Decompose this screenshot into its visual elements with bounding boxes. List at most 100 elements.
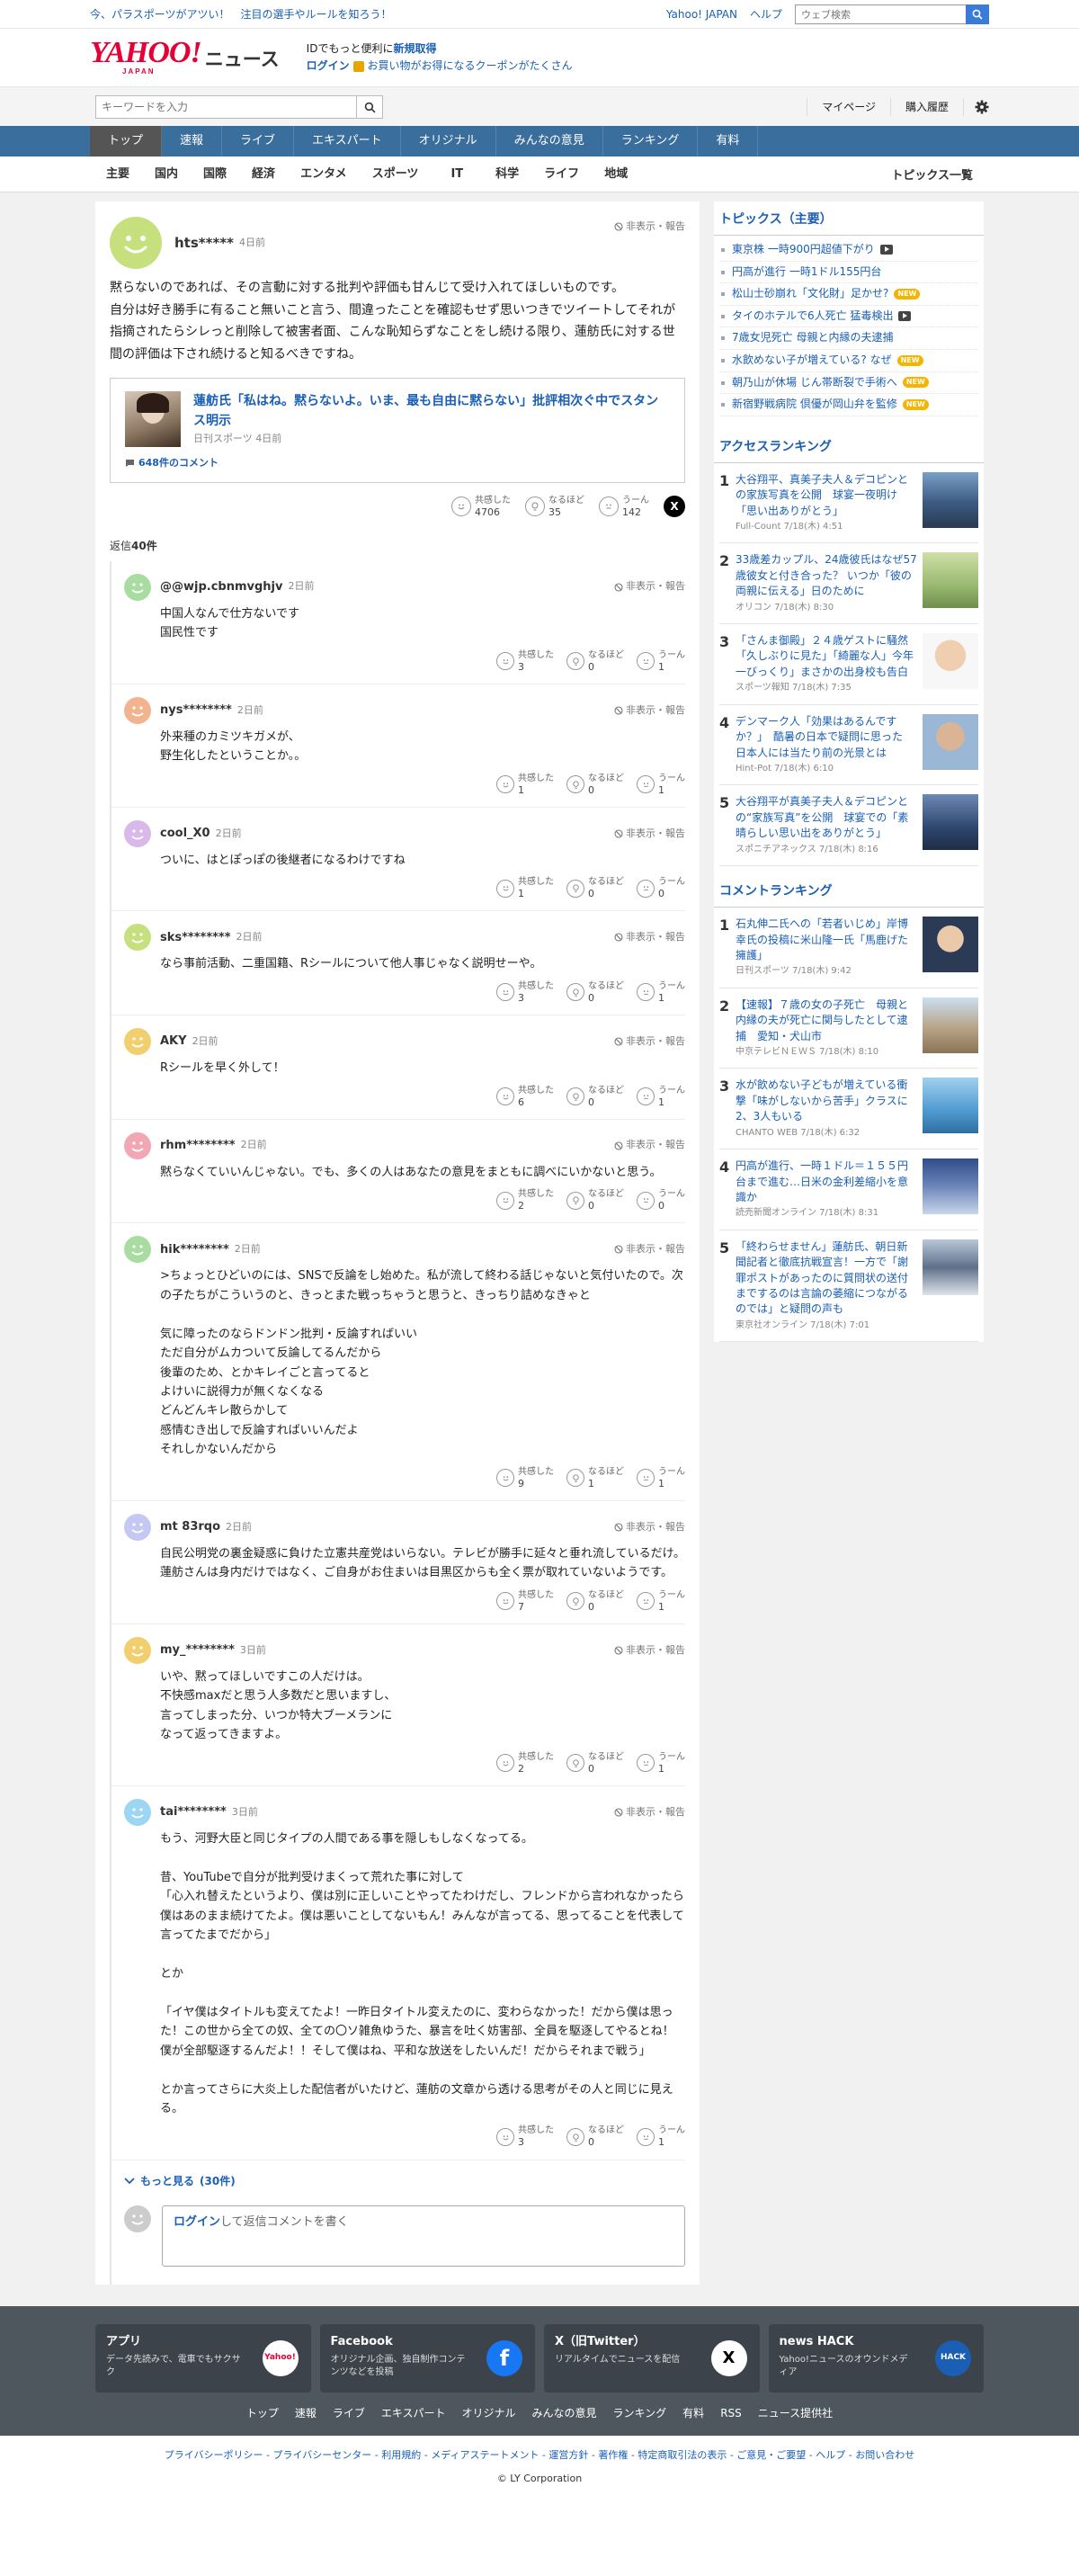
comment-user[interactable]: hts***** xyxy=(174,233,234,254)
footer-link-9[interactable]: ニュース提供社 xyxy=(758,2405,833,2421)
signup-link[interactable]: 新規取得 xyxy=(393,42,436,55)
ranking-title[interactable]: 大谷翔平が真美子夫人＆デコピンとの“家族写真”を公開 球宴での「素晴らしい思い出… xyxy=(736,795,908,839)
topic-item[interactable]: 松山士砂崩れ「文化財」足かせ? NEW xyxy=(719,283,978,306)
hide-report-button[interactable]: 非表示・報告 xyxy=(614,579,685,595)
uun-button[interactable]: うーん 1 xyxy=(637,1086,685,1108)
reply-user[interactable]: mt 83rqo xyxy=(160,1518,220,1536)
footer-app-2[interactable]: X（旧Twitter） リアルタイムでニュースを配信 X xyxy=(544,2323,760,2393)
naruhodo-button[interactable]: なるほど 0 xyxy=(566,1590,624,1613)
login-link[interactable]: ログイン xyxy=(307,59,350,72)
article-title[interactable]: 蓮舫氏「私はね。黙らないよ。いま、最も自由に黙らない」批評相次ぐ中でスタンス明示 xyxy=(193,391,670,432)
ranking-item[interactable]: 1 石丸伸二氏への「若者いじめ」岸博幸氏の投稿に米山隆一氏「馬鹿げた擁護」 日刊スポ… xyxy=(719,908,978,988)
naruhodo-button[interactable]: なるほど 0 xyxy=(566,1752,624,1775)
hide-report-button[interactable]: 非表示・報告 xyxy=(614,1520,685,1535)
tab-4[interactable]: オリジナル xyxy=(401,126,496,157)
uun-button[interactable]: うーん 1 xyxy=(637,1752,685,1775)
empathy-button[interactable]: 共感した 1 xyxy=(496,774,554,796)
ranking-title[interactable]: 石丸伸二氏への「若者いじめ」岸博幸氏の投稿に米山隆一氏「馬鹿げた擁護」 xyxy=(736,917,908,962)
reply-input[interactable]: ログインして返信コメントを書く xyxy=(162,2205,685,2267)
footer-link-5[interactable]: みんなの意見 xyxy=(532,2405,597,2421)
tab-2[interactable]: ライブ xyxy=(222,126,295,157)
empathy-button[interactable]: 共感した 3 xyxy=(496,2125,554,2148)
keyword-search-input[interactable] xyxy=(95,95,356,119)
ranking-title[interactable]: 【速報】７歳の女の子死亡 母親と内縁の夫が死亡に関与したとして逮捕 愛知・犬山市 xyxy=(736,998,908,1042)
footer-app-1[interactable]: Facebook オリジナル企画、独自制作コンテンツなどを投稿 f xyxy=(319,2323,535,2393)
hide-report-button[interactable]: 非表示・報告 xyxy=(614,827,685,842)
uun-button[interactable]: うーん 1 xyxy=(637,1590,685,1613)
uun-button[interactable]: うーん 1 xyxy=(637,650,685,673)
help-link[interactable]: ヘルプ xyxy=(750,6,782,22)
yahoo-japan-link[interactable]: Yahoo! JAPAN xyxy=(666,6,737,22)
category-3[interactable]: 経済 xyxy=(239,165,288,183)
more-replies-button[interactable]: もっと見る (30件) xyxy=(111,2160,685,2198)
tab-3[interactable]: エキスパート xyxy=(294,126,401,157)
ranking-item[interactable]: 5 「終わらせません」蓮舫氏、朝日新聞記者と徹底抗戦宣言！一方で「謝罪ポストがあっ… xyxy=(719,1230,978,1343)
mypage-link[interactable]: マイページ xyxy=(807,98,890,116)
naruhodo-button[interactable]: なるほど 0 xyxy=(566,877,624,899)
naruhodo-button[interactable]: なるほど 0 xyxy=(566,774,624,796)
ranking-item[interactable]: 1 大谷翔平、真美子夫人＆デコピンとの家族写真を公開 球宴一夜明け「思い出ありがと… xyxy=(719,463,978,544)
tab-7[interactable]: 有料 xyxy=(698,126,759,157)
topic-item[interactable]: 7歳女児死亡 母親と内縁の夫逮捕 xyxy=(719,327,978,350)
tab-1[interactable]: 速報 xyxy=(162,126,223,157)
reply-user[interactable]: rhm******** xyxy=(160,1137,236,1155)
x-share-icon[interactable]: X xyxy=(664,496,685,518)
uun-button[interactable]: うーん 142 xyxy=(599,496,649,518)
category-0[interactable]: 主要 xyxy=(90,165,142,183)
topic-item[interactable]: 円高が進行 一時1ドル155円台 xyxy=(719,262,978,284)
empathy-button[interactable]: 共感した 9 xyxy=(496,1467,554,1489)
uun-button[interactable]: うーん 1 xyxy=(637,2125,685,2148)
hide-report-button[interactable]: 非表示・報告 xyxy=(614,1643,685,1659)
ranking-title[interactable]: デンマーク人「効果はあるんですか？」 酷暑の日本で疑問に思った 日本人には当たり… xyxy=(736,715,914,759)
ranking-item[interactable]: 2 【速報】７歳の女の子死亡 母親と内縁の夫が死亡に関与したとして逮捕 愛知・犬山… xyxy=(719,988,978,1069)
coupon-link[interactable]: お買い物がお得になるクーポンがたくさん xyxy=(368,59,573,72)
tab-6[interactable]: ランキング xyxy=(603,126,699,157)
reply-user[interactable]: my_******** xyxy=(160,1641,235,1659)
empathy-button[interactable]: 共感した 4706 xyxy=(451,496,511,518)
footer-link-3[interactable]: エキスパート xyxy=(381,2405,446,2421)
naruhodo-button[interactable]: なるほど 0 xyxy=(566,1086,624,1108)
tab-5[interactable]: みんなの意見 xyxy=(496,126,603,157)
empathy-button[interactable]: 共感した 7 xyxy=(496,1590,554,1613)
reply-user[interactable]: hik******** xyxy=(160,1241,229,1259)
category-6[interactable]: IT xyxy=(431,165,483,183)
ranking-title[interactable]: 33歳差カップル、24歳彼氏はなぜ57歳彼女と付き合った？ いつか「彼の両親に伝… xyxy=(736,553,917,597)
ranking-title[interactable]: 「終わらせません」蓮舫氏、朝日新聞記者と徹底抗戦宣言！一方で「謝罪ポストがあった… xyxy=(736,1240,908,1316)
naruhodo-button[interactable]: なるほど 0 xyxy=(566,650,624,673)
reply-login-link[interactable]: ログイン xyxy=(174,2215,220,2229)
footer-link-6[interactable]: ランキング xyxy=(613,2405,667,2421)
naruhodo-button[interactable]: なるほど 0 xyxy=(566,2125,624,2148)
category-4[interactable]: エンタメ xyxy=(288,165,360,183)
reply-user[interactable]: AKY xyxy=(160,1033,187,1051)
empathy-button[interactable]: 共感した 1 xyxy=(496,877,554,899)
topic-item[interactable]: 水飲めない子が増えている? なぜ NEW xyxy=(719,350,978,372)
article-comments-link[interactable]: 648件のコメント xyxy=(125,456,670,471)
ranking-item[interactable]: 2 33歳差カップル、24歳彼氏はなぜ57歳彼女と付き合った？ いつか「彼の両親に… xyxy=(719,543,978,625)
reply-user[interactable]: @@wjp.cbnmvghjv xyxy=(160,578,283,596)
promo-link[interactable]: 今、パラスポーツがアツい！ 注目の選手やルールを知ろう！ xyxy=(90,6,392,22)
empathy-button[interactable]: 共感した 2 xyxy=(496,1189,554,1212)
uun-button[interactable]: うーん 0 xyxy=(637,877,685,899)
footer-link-7[interactable]: 有料 xyxy=(682,2405,704,2421)
web-search-button[interactable] xyxy=(966,4,989,24)
footer-link-4[interactable]: オリジナル xyxy=(462,2405,516,2421)
web-search-input[interactable] xyxy=(795,4,966,24)
ranking-title[interactable]: 「さんま御殿」２４歳ゲストに騒然「久しぶりに見た」「綺麗な人」今年一びっくり」ま… xyxy=(736,634,914,678)
empathy-button[interactable]: 共感した 2 xyxy=(496,1752,554,1775)
topic-item[interactable]: 東京株 一時900円超値下がり xyxy=(719,239,978,262)
empathy-button[interactable]: 共感した 3 xyxy=(496,981,554,1004)
topics-list-link[interactable]: トピックス一覧 xyxy=(878,155,989,194)
footer-app-0[interactable]: アプリ データ先読みで、電車でもサクサク Yahoo! xyxy=(95,2323,311,2393)
topic-item[interactable]: タイのホテルで6人死亡 猛毒検出 xyxy=(719,306,978,328)
naruhodo-button[interactable]: なるほど 0 xyxy=(566,1189,624,1212)
yahoo-logo[interactable]: YAHOO! JAPAN ニュース xyxy=(90,38,280,77)
article-card[interactable]: 蓮舫氏「私はね。黙らないよ。いま、最も自由に黙らない」批評相次ぐ中でスタンス明示… xyxy=(110,378,685,483)
category-8[interactable]: ライフ xyxy=(531,165,592,183)
footer-app-3[interactable]: news HACK Yahoo!ニュースのオウンドメディア HACK xyxy=(768,2323,984,2393)
topic-item[interactable]: 朝乃山が休場 じん帯断裂で手術へ NEW xyxy=(719,372,978,395)
hide-report-button[interactable]: 非表示・報告 xyxy=(614,1242,685,1257)
reply-user[interactable]: cool_X0 xyxy=(160,825,210,843)
uun-button[interactable]: うーん 1 xyxy=(637,981,685,1004)
naruhodo-button[interactable]: なるほど 1 xyxy=(566,1467,624,1489)
ranking-item[interactable]: 3 「さんま御殿」２４歳ゲストに騒然「久しぶりに見た」「綺麗な人」今年一びっくり」… xyxy=(719,624,978,705)
